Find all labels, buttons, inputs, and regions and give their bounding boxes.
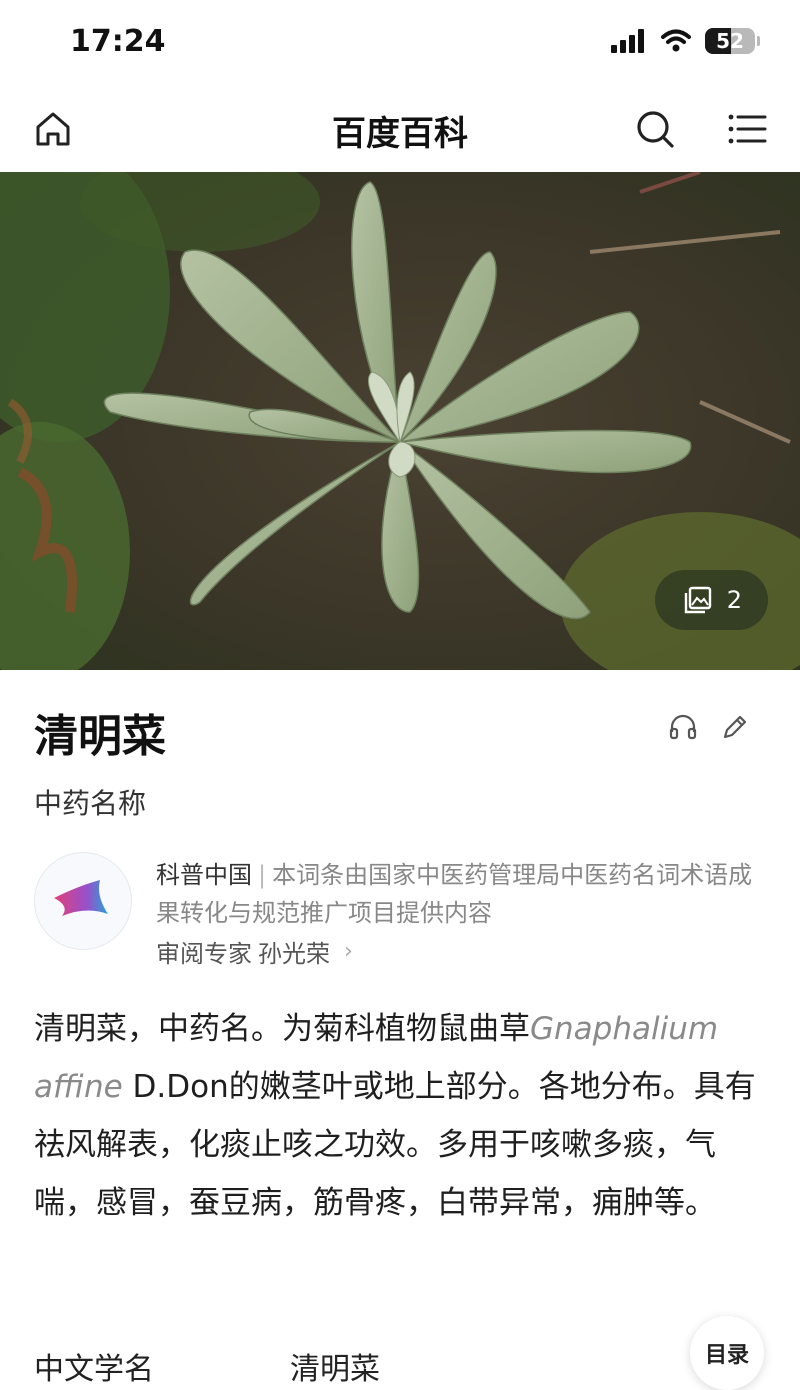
reviewer-name: 孙光荣	[258, 940, 330, 968]
source-logo[interactable]	[34, 852, 132, 950]
image-count-badge[interactable]: 2	[654, 570, 768, 630]
source-org[interactable]: 科普中国	[156, 861, 252, 889]
page-title: 清明菜	[34, 711, 166, 762]
status-bar: 17:24 52	[0, 0, 800, 86]
wifi-icon	[661, 29, 691, 52]
source-description: 科普中国 | 本词条由国家中医药管理局中医药名词术语成果转化与规范推广项目提供内容	[156, 856, 766, 932]
menu-icon	[728, 114, 767, 144]
info-value: 清明菜	[290, 1352, 380, 1387]
status-time: 17:24	[70, 24, 166, 59]
site-title: 百度百科	[332, 114, 468, 154]
search-button[interactable]	[630, 104, 680, 154]
signal-icon	[611, 29, 644, 53]
status-icons: 52	[611, 28, 760, 54]
battery-nub	[757, 36, 760, 46]
title-actions	[668, 712, 750, 742]
gallery-icon	[684, 586, 711, 614]
page-subtitle: 中药名称	[34, 787, 147, 820]
info-label: 中文学名	[34, 1352, 154, 1387]
summary-paragraph: 清明菜，中药名。为菊科植物鼠曲草Gnaphalium affine D.Don的…	[34, 1000, 774, 1232]
menu-button[interactable]	[722, 104, 772, 154]
pencil-icon[interactable]	[720, 712, 750, 742]
summary-text-2: D.Don的嫩茎叶或地上部分。各地分布。具有祛风解表，化痰止咳之功效。多用于咳嗽…	[34, 1069, 756, 1221]
image-count: 2	[726, 586, 742, 614]
hero-image[interactable]: 2	[0, 172, 800, 670]
summary-text-1: 清明菜，中药名。为菊科植物鼠曲草	[34, 1011, 530, 1047]
battery-level: 52	[716, 29, 744, 53]
toc-button[interactable]: 目录	[690, 1316, 764, 1390]
headphones-icon[interactable]	[668, 712, 698, 742]
nav-bar: 百度百科	[0, 86, 800, 173]
source-separator: |	[258, 861, 267, 889]
chevron-right-icon: ›	[344, 939, 353, 964]
battery-indicator: 52	[705, 28, 755, 54]
search-icon	[637, 111, 674, 148]
kepu-logo-icon	[54, 880, 108, 916]
reviewer-link[interactable]: 审阅专家 孙光荣 ›	[156, 934, 353, 969]
reviewer-label: 审阅专家	[156, 940, 252, 968]
